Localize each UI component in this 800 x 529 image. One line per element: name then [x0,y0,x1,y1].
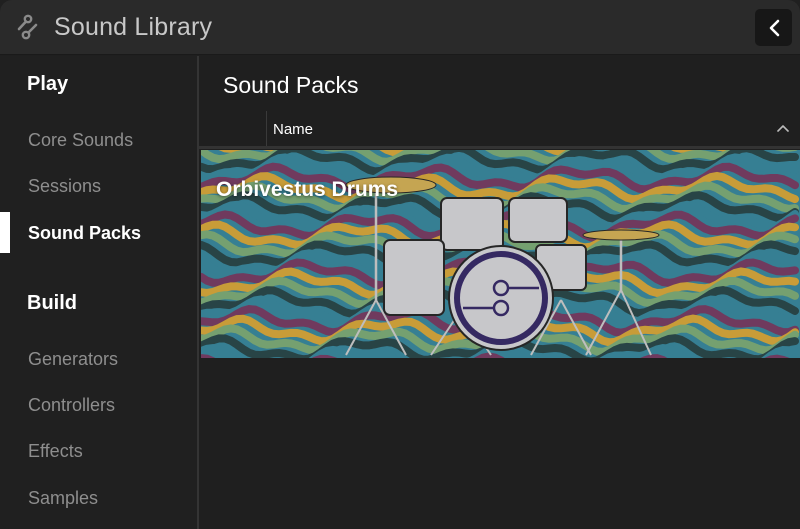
sidebar-item-controllers[interactable]: Controllers [28,395,115,416]
chevron-up-icon[interactable] [776,122,790,134]
sidebar: Play Core Sounds Sessions Sound Packs Bu… [0,56,197,529]
page-title: Sound Packs [223,72,359,98]
sidebar-item-sessions[interactable]: Sessions [28,176,101,197]
main-panel: Sound Packs Name Orbivestus Drums [199,56,800,529]
header-divider [199,146,800,149]
back-button[interactable] [755,9,792,46]
connection-nodes-icon [17,14,38,40]
column-header-name[interactable]: Name [273,121,313,138]
section-title-build: Build [27,292,77,314]
sidebar-item-samples[interactable]: Samples [28,488,98,509]
sidebar-item-generators[interactable]: Generators [28,349,118,370]
sound-pack-name: Orbivestus Drums [216,178,399,201]
section-title-play: Play [27,73,69,95]
title-bar: Sound Library [0,0,800,55]
sidebar-item-sound-packs[interactable]: Sound Packs [28,223,141,244]
app-title: Sound Library [54,13,213,41]
sound-pack-card[interactable]: Orbivestus Drums [201,150,800,358]
sidebar-item-core-sounds[interactable]: Core Sounds [28,130,133,151]
sound-library-window: Sound Library Play Core Sounds Sessions … [0,0,800,529]
column-separator[interactable] [266,111,267,147]
chevron-left-icon [769,19,779,36]
sidebar-item-effects[interactable]: Effects [28,441,83,462]
active-indicator [0,212,10,253]
table-header: Name [199,111,800,147]
